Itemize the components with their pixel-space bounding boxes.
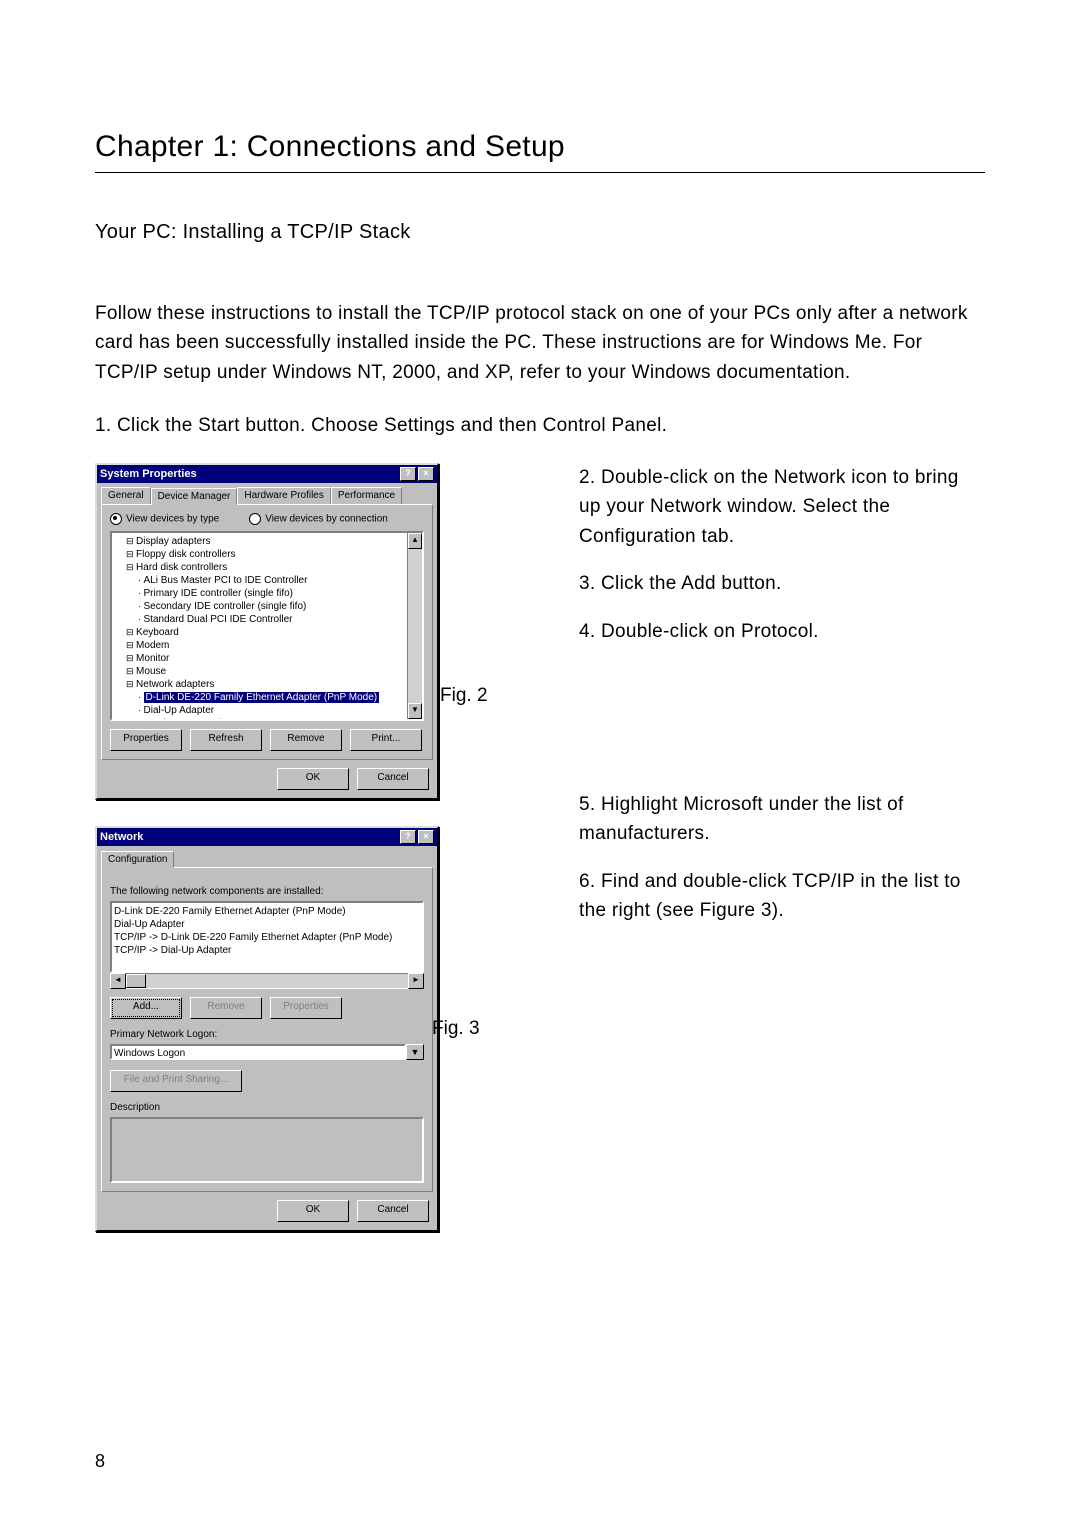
logon-label: Primary Network Logon: (110, 1029, 424, 1040)
tree-modem[interactable]: Modem (126, 639, 420, 652)
list-item[interactable]: Dial-Up Adapter (114, 918, 420, 931)
window-title: Network (100, 831, 143, 843)
components-label: The following network components are ins… (110, 886, 424, 897)
figure-3-caption: Fig. 3 (432, 1018, 480, 1040)
step-5: 5. Highlight Microsoft under the list of… (579, 790, 985, 849)
ok-button[interactable]: OK (277, 1200, 349, 1222)
network-dialog: Network ? × Configuration The following … (95, 826, 439, 1232)
tree-keyboard[interactable]: Keyboard (126, 626, 420, 639)
tree-ports[interactable]: Ports (COM & LPT) (126, 717, 420, 721)
tree-mouse[interactable]: Mouse (126, 665, 420, 678)
vertical-scrollbar[interactable]: ▲ ▼ (407, 533, 422, 719)
tree-display-adapters[interactable]: Display adapters (126, 535, 420, 548)
print-button[interactable]: Print... (350, 729, 422, 751)
tree-hdd-child[interactable]: ALi Bus Master PCI to IDE Controller (138, 574, 420, 587)
intro-paragraph: Follow these instructions to install the… (95, 299, 985, 387)
scroll-left-icon[interactable]: ◄ (110, 973, 126, 989)
help-icon[interactable]: ? (400, 830, 416, 844)
add-button[interactable]: Add... (110, 997, 182, 1019)
tree-network[interactable]: Network adapters D-Link DE-220 Family Et… (126, 678, 420, 717)
list-item[interactable]: TCP/IP -> D-Link DE-220 Family Ethernet … (114, 931, 420, 944)
horizontal-scrollbar[interactable]: ◄ ► (110, 973, 424, 989)
system-properties-dialog: System Properties ? × General Device Man… (95, 463, 439, 800)
scroll-right-icon[interactable]: ► (408, 973, 424, 989)
step-6: 6. Find and double-click TCP/IP in the l… (579, 867, 985, 926)
radio-view-by-type[interactable]: View devices by type (110, 513, 219, 525)
cancel-button[interactable]: Cancel (357, 768, 429, 790)
step-1: 1. Click the Start button. Choose Settin… (95, 411, 985, 440)
ok-button[interactable]: OK (277, 768, 349, 790)
step-4: 4. Double-click on Protocol. (579, 617, 985, 646)
properties-button[interactable]: Properties (270, 997, 342, 1019)
scroll-up-icon[interactable]: ▲ (408, 533, 422, 549)
remove-button[interactable]: Remove (270, 729, 342, 751)
tree-hdd[interactable]: Hard disk controllers ALi Bus Master PCI… (126, 561, 420, 626)
tab-performance[interactable]: Performance (331, 487, 402, 504)
components-list[interactable]: D-Link DE-220 Family Ethernet Adapter (P… (110, 901, 424, 973)
device-tree[interactable]: Display adapters Floppy disk controllers… (110, 531, 424, 721)
description-box (110, 1117, 424, 1183)
tree-hdd-child[interactable]: Primary IDE controller (single fifo) (138, 587, 420, 600)
close-icon[interactable]: × (418, 467, 434, 481)
tree-monitor[interactable]: Monitor (126, 652, 420, 665)
tree-network-selected[interactable]: D-Link DE-220 Family Ethernet Adapter (P… (138, 691, 420, 704)
tab-device-manager[interactable]: Device Manager (151, 488, 238, 505)
chevron-down-icon[interactable]: ▼ (406, 1044, 424, 1060)
cancel-button[interactable]: Cancel (357, 1200, 429, 1222)
tree-floppy[interactable]: Floppy disk controllers (126, 548, 420, 561)
primary-logon-dropdown[interactable]: Windows Logon ▼ (110, 1044, 424, 1060)
tree-hdd-child[interactable]: Secondary IDE controller (single fifo) (138, 600, 420, 613)
close-icon[interactable]: × (418, 830, 434, 844)
tab-configuration[interactable]: Configuration (101, 851, 174, 868)
tab-hardware-profiles[interactable]: Hardware Profiles (237, 487, 330, 504)
scroll-down-icon[interactable]: ▼ (408, 703, 422, 719)
step-2: 2. Double-click on the Network icon to b… (579, 463, 985, 551)
window-title: System Properties (100, 468, 197, 480)
tab-general[interactable]: General (101, 487, 151, 504)
titlebar[interactable]: System Properties ? × (97, 465, 437, 483)
step-3: 3. Click the Add button. (579, 569, 985, 598)
list-item[interactable]: D-Link DE-220 Family Ethernet Adapter (P… (114, 905, 420, 918)
properties-button[interactable]: Properties (110, 729, 182, 751)
list-item[interactable]: TCP/IP -> Dial-Up Adapter (114, 944, 420, 957)
titlebar[interactable]: Network ? × (97, 828, 437, 846)
chapter-rule (95, 172, 985, 173)
tree-dialup[interactable]: Dial-Up Adapter (138, 704, 420, 717)
tree-hdd-child[interactable]: Standard Dual PCI IDE Controller (138, 613, 420, 626)
page-number: 8 (95, 1451, 105, 1472)
file-print-sharing-button[interactable]: File and Print Sharing... (110, 1070, 242, 1092)
section-title: Your PC: Installing a TCP/IP Stack (95, 221, 985, 244)
refresh-button[interactable]: Refresh (190, 729, 262, 751)
remove-button[interactable]: Remove (190, 997, 262, 1019)
radio-view-by-connection[interactable]: View devices by connection (249, 513, 388, 525)
chapter-title: Chapter 1: Connections and Setup (95, 130, 985, 164)
figure-2-caption: Fig. 2 (440, 685, 488, 707)
dropdown-value: Windows Logon (110, 1044, 406, 1060)
help-icon[interactable]: ? (400, 467, 416, 481)
manual-page: Chapter 1: Connections and Setup Your PC… (0, 0, 1080, 1528)
description-label: Description (110, 1102, 424, 1113)
